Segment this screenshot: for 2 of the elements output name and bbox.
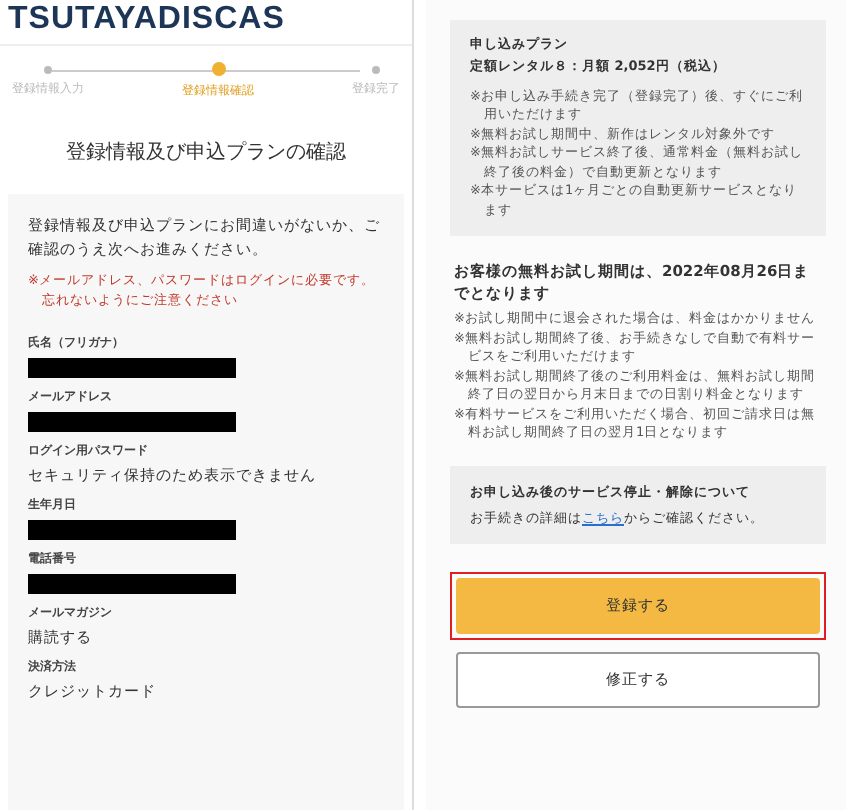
logo: TSUTAYADISCAS xyxy=(0,0,412,46)
page-title: 登録情報及び申込プランの確認 xyxy=(64,139,348,166)
